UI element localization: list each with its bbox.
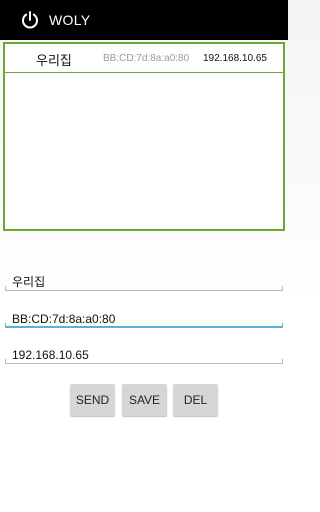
device-list[interactable]: 우리집 BB:CD:7d:8a:a0:80 192.168.10.65 bbox=[3, 42, 285, 231]
name-field-wrapper bbox=[5, 271, 283, 291]
ip-field-wrapper bbox=[5, 344, 283, 364]
app-title: WOLY bbox=[49, 12, 91, 28]
list-item-name: 우리집 bbox=[36, 54, 72, 69]
power-icon[interactable] bbox=[18, 8, 42, 32]
ip-field-underline bbox=[5, 359, 283, 364]
save-button[interactable]: SAVE bbox=[122, 384, 167, 416]
list-item[interactable]: 우리집 BB:CD:7d:8a:a0:80 192.168.10.65 bbox=[5, 44, 283, 73]
send-button[interactable]: SEND bbox=[70, 384, 115, 416]
mac-field-underline bbox=[5, 323, 283, 328]
action-bar: WOLY bbox=[0, 0, 288, 40]
name-field-underline bbox=[5, 286, 283, 291]
mac-field-wrapper bbox=[5, 308, 283, 328]
list-item-ip: 192.168.10.65 bbox=[203, 53, 267, 64]
delete-button[interactable]: DEL bbox=[173, 384, 218, 416]
button-bar: SEND SAVE DEL bbox=[0, 384, 288, 416]
list-item-mac: BB:CD:7d:8a:a0:80 bbox=[103, 53, 190, 64]
